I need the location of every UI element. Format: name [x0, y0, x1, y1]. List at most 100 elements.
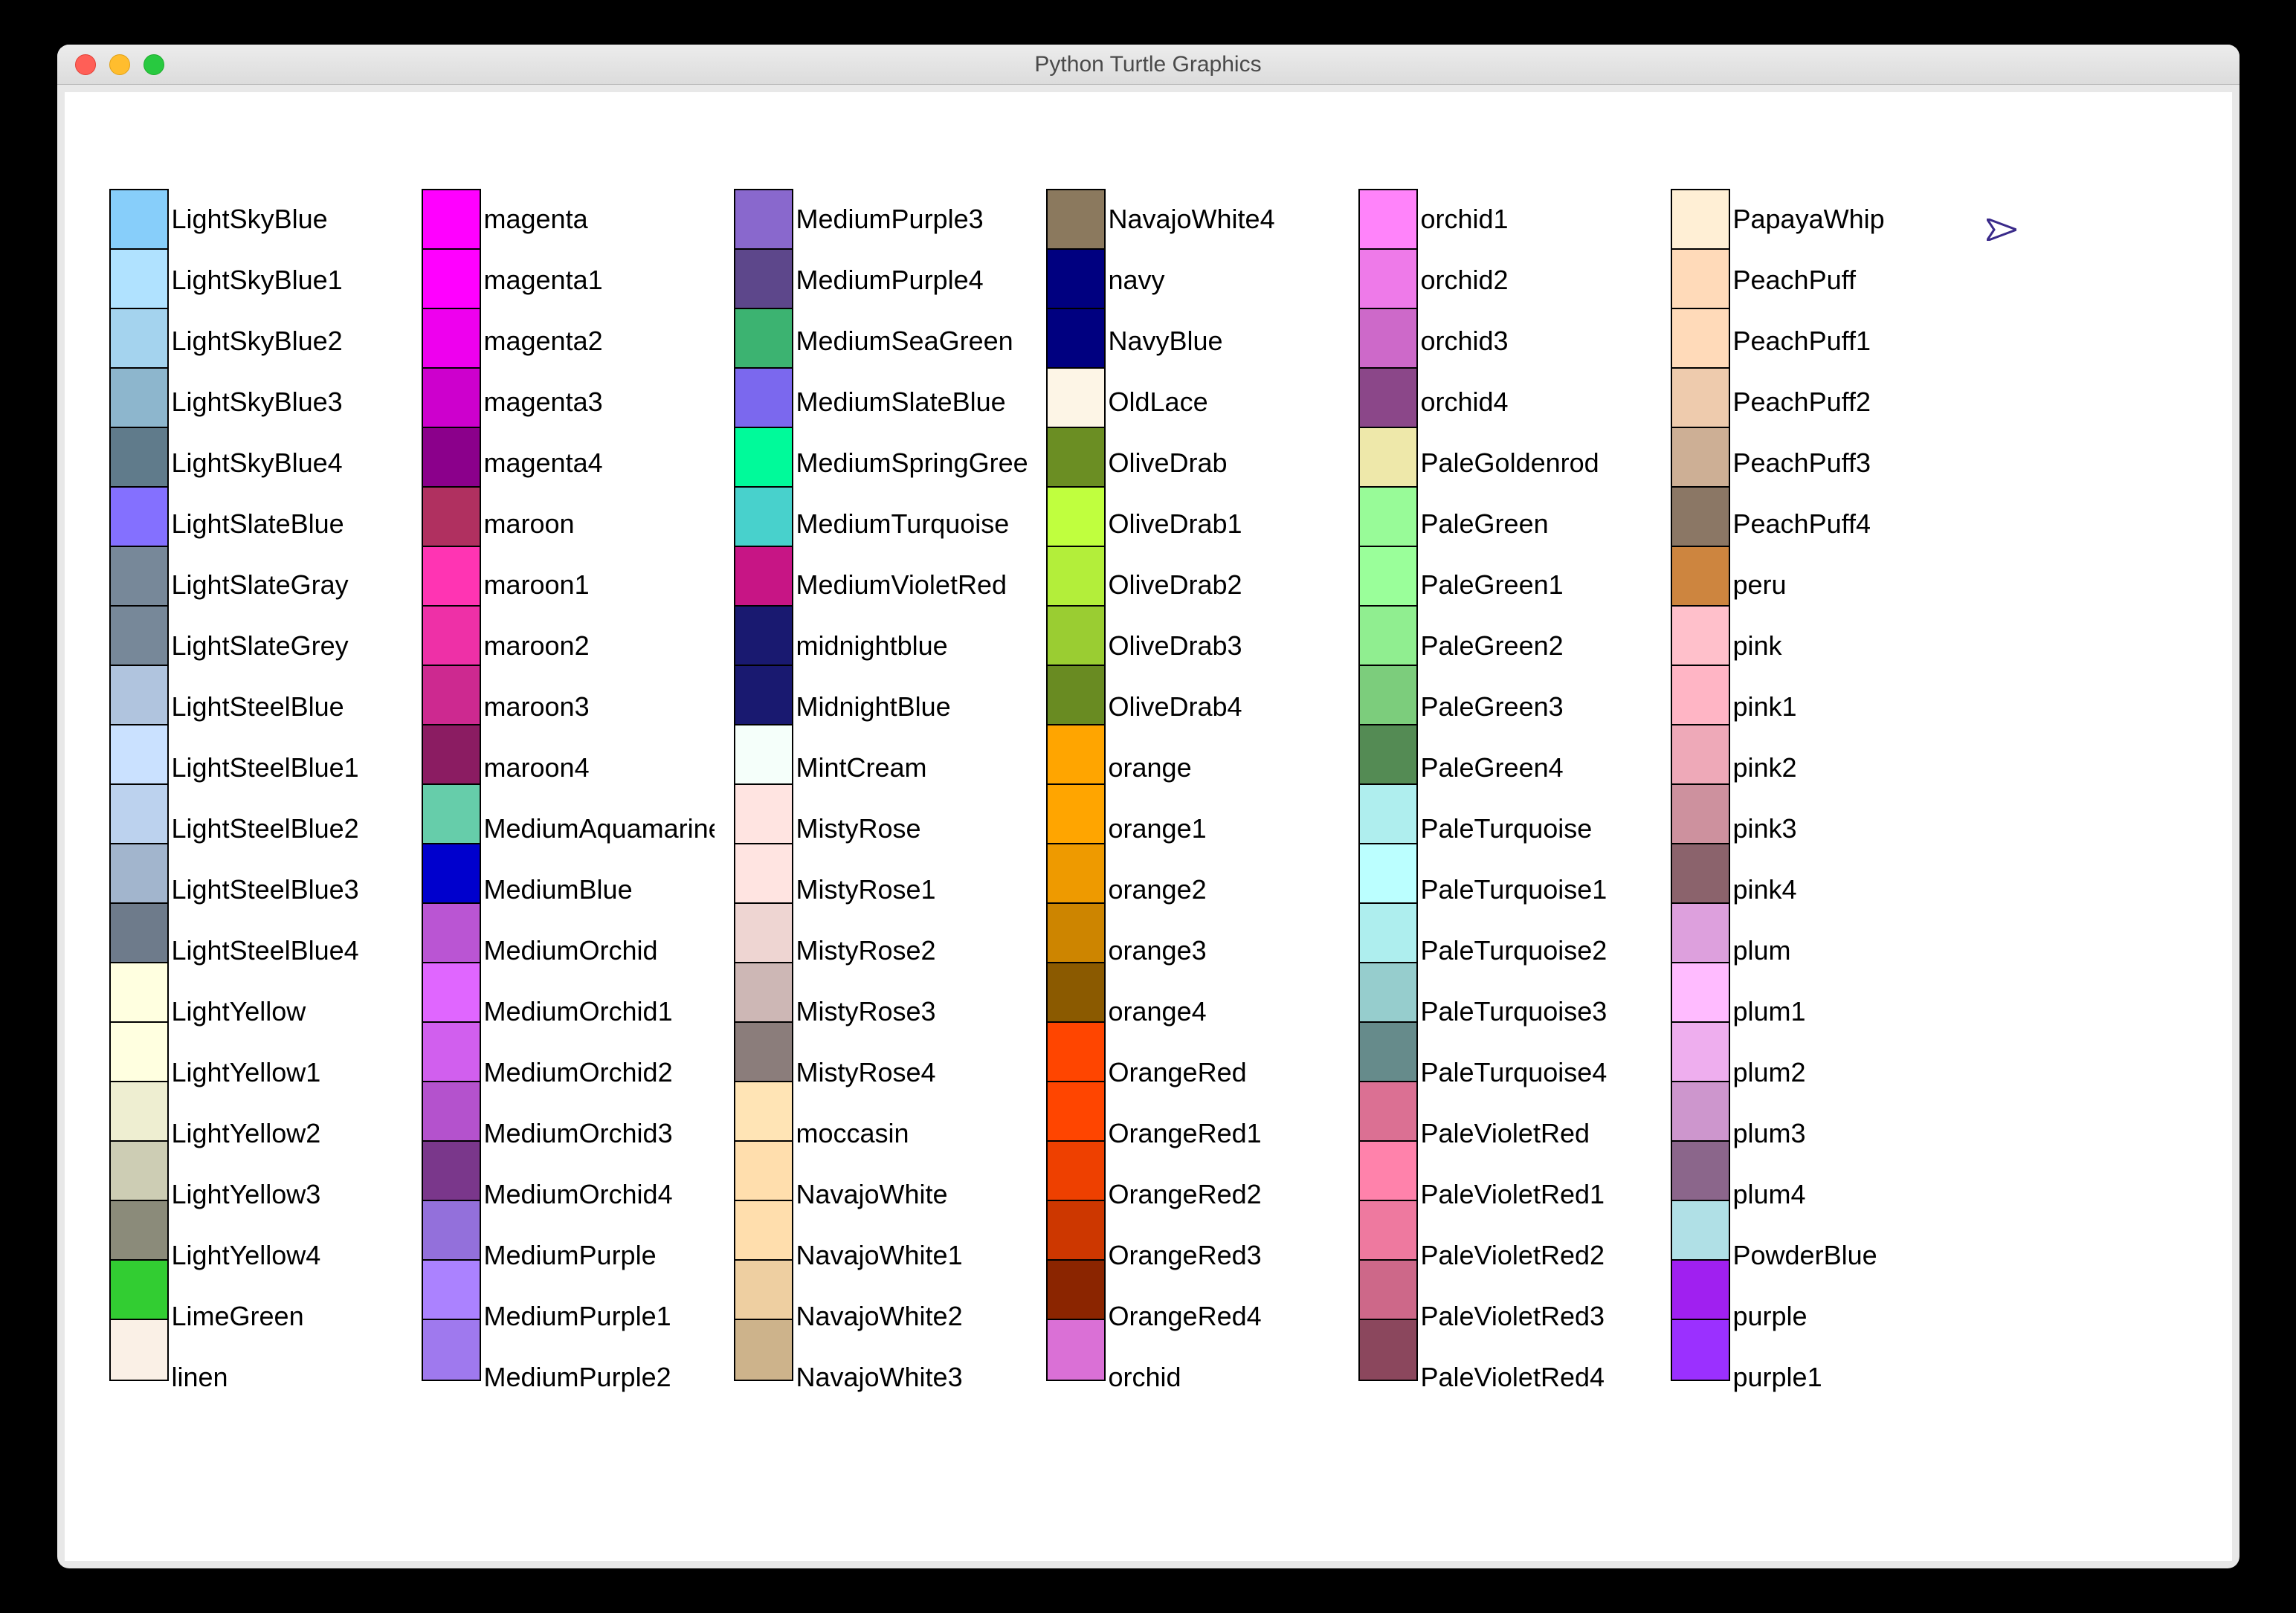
titlebar[interactable]: Python Turtle Graphics: [57, 45, 2239, 85]
color-swatch: [1672, 1082, 1729, 1142]
color-swatch: [111, 1261, 167, 1320]
color-label: OliveDrab1: [1109, 494, 1339, 555]
color-swatch: [111, 1082, 167, 1142]
color-label: orange: [1109, 737, 1339, 798]
color-label: NavajoWhite2: [796, 1286, 1027, 1347]
color-label: linen: [172, 1347, 402, 1408]
color-swatch: [735, 369, 792, 428]
color-label: magenta4: [484, 433, 715, 494]
color-swatch: [1672, 309, 1729, 369]
color-label: orchid4: [1421, 372, 1651, 433]
color-swatch: [1048, 1261, 1104, 1320]
color-swatch: [1048, 725, 1104, 785]
color-swatch: [1048, 309, 1104, 369]
swatches-box: [422, 189, 481, 1381]
color-label: peru: [1733, 555, 1964, 615]
color-label: PaleGreen3: [1421, 676, 1651, 737]
color-label: orchid2: [1421, 250, 1651, 311]
color-label: LightYellow3: [172, 1164, 402, 1225]
color-label: MediumPurple: [484, 1225, 715, 1286]
color-label: LightSteelBlue4: [172, 920, 402, 981]
swatches-box: [734, 189, 793, 1381]
color-label: PeachPuff: [1733, 250, 1964, 311]
color-label: MistyRose: [796, 798, 1027, 859]
color-swatch: [1672, 666, 1729, 725]
color-swatch: [735, 904, 792, 963]
color-swatch: [1360, 1023, 1416, 1082]
color-swatch: [423, 547, 480, 607]
color-label: NavajoWhite1: [796, 1225, 1027, 1286]
color-label: orange1: [1109, 798, 1339, 859]
close-button[interactable]: [75, 54, 96, 75]
color-swatch: [1048, 607, 1104, 666]
color-swatch: [1360, 904, 1416, 963]
minimize-button[interactable]: [109, 54, 130, 75]
color-label: LimeGreen: [172, 1286, 402, 1347]
swatches-box: [1671, 189, 1730, 1381]
color-swatch: [1672, 547, 1729, 607]
color-swatch: [423, 607, 480, 666]
color-swatch: [1360, 844, 1416, 904]
color-swatch: [1048, 428, 1104, 488]
color-label: orange3: [1109, 920, 1339, 981]
color-label: MediumOrchid3: [484, 1103, 715, 1164]
color-swatch: [423, 1082, 480, 1142]
color-label: pink2: [1733, 737, 1964, 798]
color-swatch: [735, 1320, 792, 1380]
color-label: LightSlateGray: [172, 555, 402, 615]
color-label: MidnightBlue: [796, 676, 1027, 737]
color-swatch: [1672, 1201, 1729, 1261]
color-label: MintCream: [796, 737, 1027, 798]
labels-box: magentamagenta1magenta2magenta3magenta4m…: [484, 189, 715, 1408]
color-swatch: [1360, 725, 1416, 785]
color-swatch: [1048, 190, 1104, 250]
color-swatch: [735, 1142, 792, 1201]
color-swatch: [111, 547, 167, 607]
turtle-canvas[interactable]: LightSkyBlueLightSkyBlue1LightSkyBlue2Li…: [65, 92, 2232, 1561]
color-swatch: [423, 250, 480, 309]
color-swatch: [1360, 1320, 1416, 1380]
labels-box: MediumPurple3MediumPurple4MediumSeaGreen…: [796, 189, 1027, 1408]
color-swatch: [423, 844, 480, 904]
color-label: OrangeRed2: [1109, 1164, 1339, 1225]
color-swatch: [423, 1261, 480, 1320]
color-label: PaleTurquoise3: [1421, 981, 1651, 1042]
color-label: LightSteelBlue1: [172, 737, 402, 798]
color-swatch: [1048, 547, 1104, 607]
color-swatch: [1672, 904, 1729, 963]
color-swatch: [1360, 547, 1416, 607]
app-window: Python Turtle Graphics LightSkyBlueLight…: [57, 45, 2239, 1568]
color-swatch: [1360, 369, 1416, 428]
color-label: LightSkyBlue1: [172, 250, 402, 311]
color-label: NavajoWhite3: [796, 1347, 1027, 1408]
color-label: NavyBlue: [1109, 311, 1339, 372]
color-swatch: [735, 250, 792, 309]
color-swatch: [423, 1320, 480, 1380]
color-label: moccasin: [796, 1103, 1027, 1164]
color-label: PaleTurquoise1: [1421, 859, 1651, 920]
color-label: LightYellow: [172, 981, 402, 1042]
color-swatch: [1360, 1201, 1416, 1261]
color-swatch: [1360, 963, 1416, 1023]
color-swatch: [111, 607, 167, 666]
color-swatch: [1360, 666, 1416, 725]
color-label: NavajoWhite4: [1109, 189, 1339, 250]
color-label: PaleGreen1: [1421, 555, 1651, 615]
color-label: PaleGreen: [1421, 494, 1651, 555]
zoom-button[interactable]: [144, 54, 164, 75]
color-label: PeachPuff4: [1733, 494, 1964, 555]
color-swatch: [423, 488, 480, 547]
color-label: PaleGoldenrod: [1421, 433, 1651, 494]
color-swatch: [1048, 369, 1104, 428]
color-label: PowderBlue: [1733, 1225, 1964, 1286]
color-swatch: [111, 844, 167, 904]
color-label: LightYellow1: [172, 1042, 402, 1103]
color-label: PeachPuff3: [1733, 433, 1964, 494]
color-swatch: [1360, 1142, 1416, 1201]
color-swatch: [1672, 1320, 1729, 1380]
color-label: LightSkyBlue2: [172, 311, 402, 372]
color-label: OliveDrab3: [1109, 615, 1339, 676]
color-swatch: [1672, 250, 1729, 309]
swatches-box: [1358, 189, 1418, 1381]
color-column: MediumPurple3MediumPurple4MediumSeaGreen…: [734, 189, 1028, 1408]
